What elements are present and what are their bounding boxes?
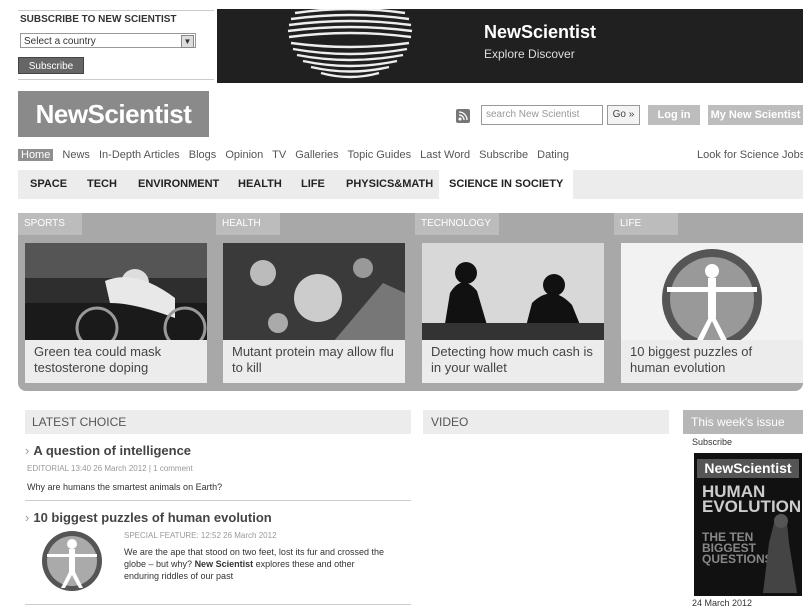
nav-galleries[interactable]: Galleries [295,149,338,161]
article-meta: SPECIAL FEATURE: 12:52 26 March 2012 [124,531,277,540]
feature-caption[interactable]: Green tea could mask testosterone doping [25,340,207,383]
banner-tagline: Explore Discover [484,47,575,61]
section-science-in-society[interactable]: SCIENCE IN SOCIETY [439,170,574,199]
chevron-right-icon: › [25,443,30,458]
nav-opinion[interactable]: Opinion [225,149,263,161]
nav-subscribe[interactable]: Subscribe [479,149,528,161]
feature-image-protein [223,243,405,342]
feature-card[interactable]: LIFE 10 biggest puzzles of human evoluti… [614,213,803,391]
rss-glyph [458,111,468,121]
nav-blogs[interactable]: Blogs [189,149,217,161]
article-meta: EDITORIAL 13:40 26 March 2012 | 1 commen… [27,464,193,473]
feature-tag: SPORTS [18,213,82,235]
divider [25,604,411,605]
rss-icon[interactable] [456,109,470,123]
nav-last-word[interactable]: Last Word [420,149,470,161]
subscribe-title: SUBSCRIBE TO NEW SCIENTIST [20,14,177,25]
feature-caption[interactable]: Mutant protein may allow flu to kill [223,340,405,383]
feature-tag: LIFE [614,213,678,235]
feature-card[interactable]: SPORTS Green tea could mask testosterone… [18,213,214,391]
issue-subscribe-link[interactable]: Subscribe [692,437,732,447]
feature-tag: HEALTH [216,213,280,235]
section-health[interactable]: HEALTH [228,170,292,199]
issue-date: 24 March 2012 [692,598,753,608]
feature-image-vitruvian [621,243,803,342]
article-title-text[interactable]: 10 biggest puzzles of human evolution [33,510,271,525]
cover-headline: HUMAN EVOLUTION [702,482,802,516]
divider [25,500,411,501]
cover-brand: NewScientist [697,459,799,478]
video-heading: VIDEO [423,410,669,434]
feature-caption[interactable]: 10 biggest puzzles of human evolution [621,340,803,383]
subscribe-button[interactable]: Subscribe [18,57,84,74]
section-life[interactable]: LIFE [291,170,335,199]
feature-card[interactable]: HEALTH Mutant protein may allow flu to k… [216,213,412,391]
magazine-cover[interactable]: NewScientist HUMAN EVOLUTION THE TEN BIG… [694,453,802,596]
nav-science-jobs[interactable]: Look for Science Jobs [697,146,803,164]
country-select-value: Select a country [24,36,96,47]
article-thumbnail[interactable] [35,528,109,592]
article-title[interactable]: › A question of intelligence [25,443,191,458]
chevron-down-icon: ▼ [181,35,194,48]
chevron-right-icon: › [25,510,30,525]
article-description: Why are humans the smartest animals on E… [27,482,223,492]
nav-in-depth-articles[interactable]: In-Depth Articles [99,149,180,161]
feature-carousel: SPORTS Green tea could mask testosterone… [18,213,803,391]
site-logo[interactable]: NewScientist [18,91,209,137]
feature-card[interactable]: TECHNOLOGY Detecting how much cash is in… [415,213,611,391]
section-space[interactable]: SPACE [20,170,77,199]
section-physics-math[interactable]: PHYSICS&MATH [336,170,443,199]
ad-banner[interactable]: NewScientist Explore Discover [217,9,803,83]
my-new-scientist-button[interactable]: My New Scientist [708,105,803,125]
banner-brand: NewScientist [484,22,597,42]
issue-heading: This week's issue [683,410,803,434]
feature-image-cyclist [25,243,207,342]
feature-image-wallet [422,243,604,342]
cover-figure [763,514,797,593]
article-title[interactable]: › 10 biggest puzzles of human evolution [25,510,272,525]
feature-tag: TECHNOLOGY [415,213,499,235]
article-description: We are the ape that stood on two feet, l… [124,546,384,582]
primary-nav: Home News In-Depth Articles Blogs Opinio… [18,146,575,164]
latest-choice-heading: LATEST CHOICE [25,410,411,434]
search-go-button[interactable]: Go » [607,105,640,125]
article-title-text[interactable]: A question of intelligence [33,443,191,458]
nav-topic-guides[interactable]: Topic Guides [348,149,412,161]
country-select[interactable]: Select a country ▼ [20,33,196,48]
article-description-bold: New Scientist [194,559,254,569]
search-input[interactable]: search New Scientist [481,105,603,125]
section-environment[interactable]: ENVIRONMENT [128,170,229,199]
login-button[interactable]: Log in [648,105,700,125]
banner-face-graphic [287,9,413,79]
nav-home[interactable]: Home [18,149,54,161]
nav-dating[interactable]: Dating [537,149,569,161]
nav-news[interactable]: News [62,149,90,161]
section-nav: SPACE TECH ENVIRONMENT HEALTH LIFE PHYSI… [18,170,803,199]
section-tech[interactable]: TECH [77,170,127,199]
nav-tv[interactable]: TV [272,149,286,161]
feature-caption[interactable]: Detecting how much cash is in your walle… [422,340,604,383]
